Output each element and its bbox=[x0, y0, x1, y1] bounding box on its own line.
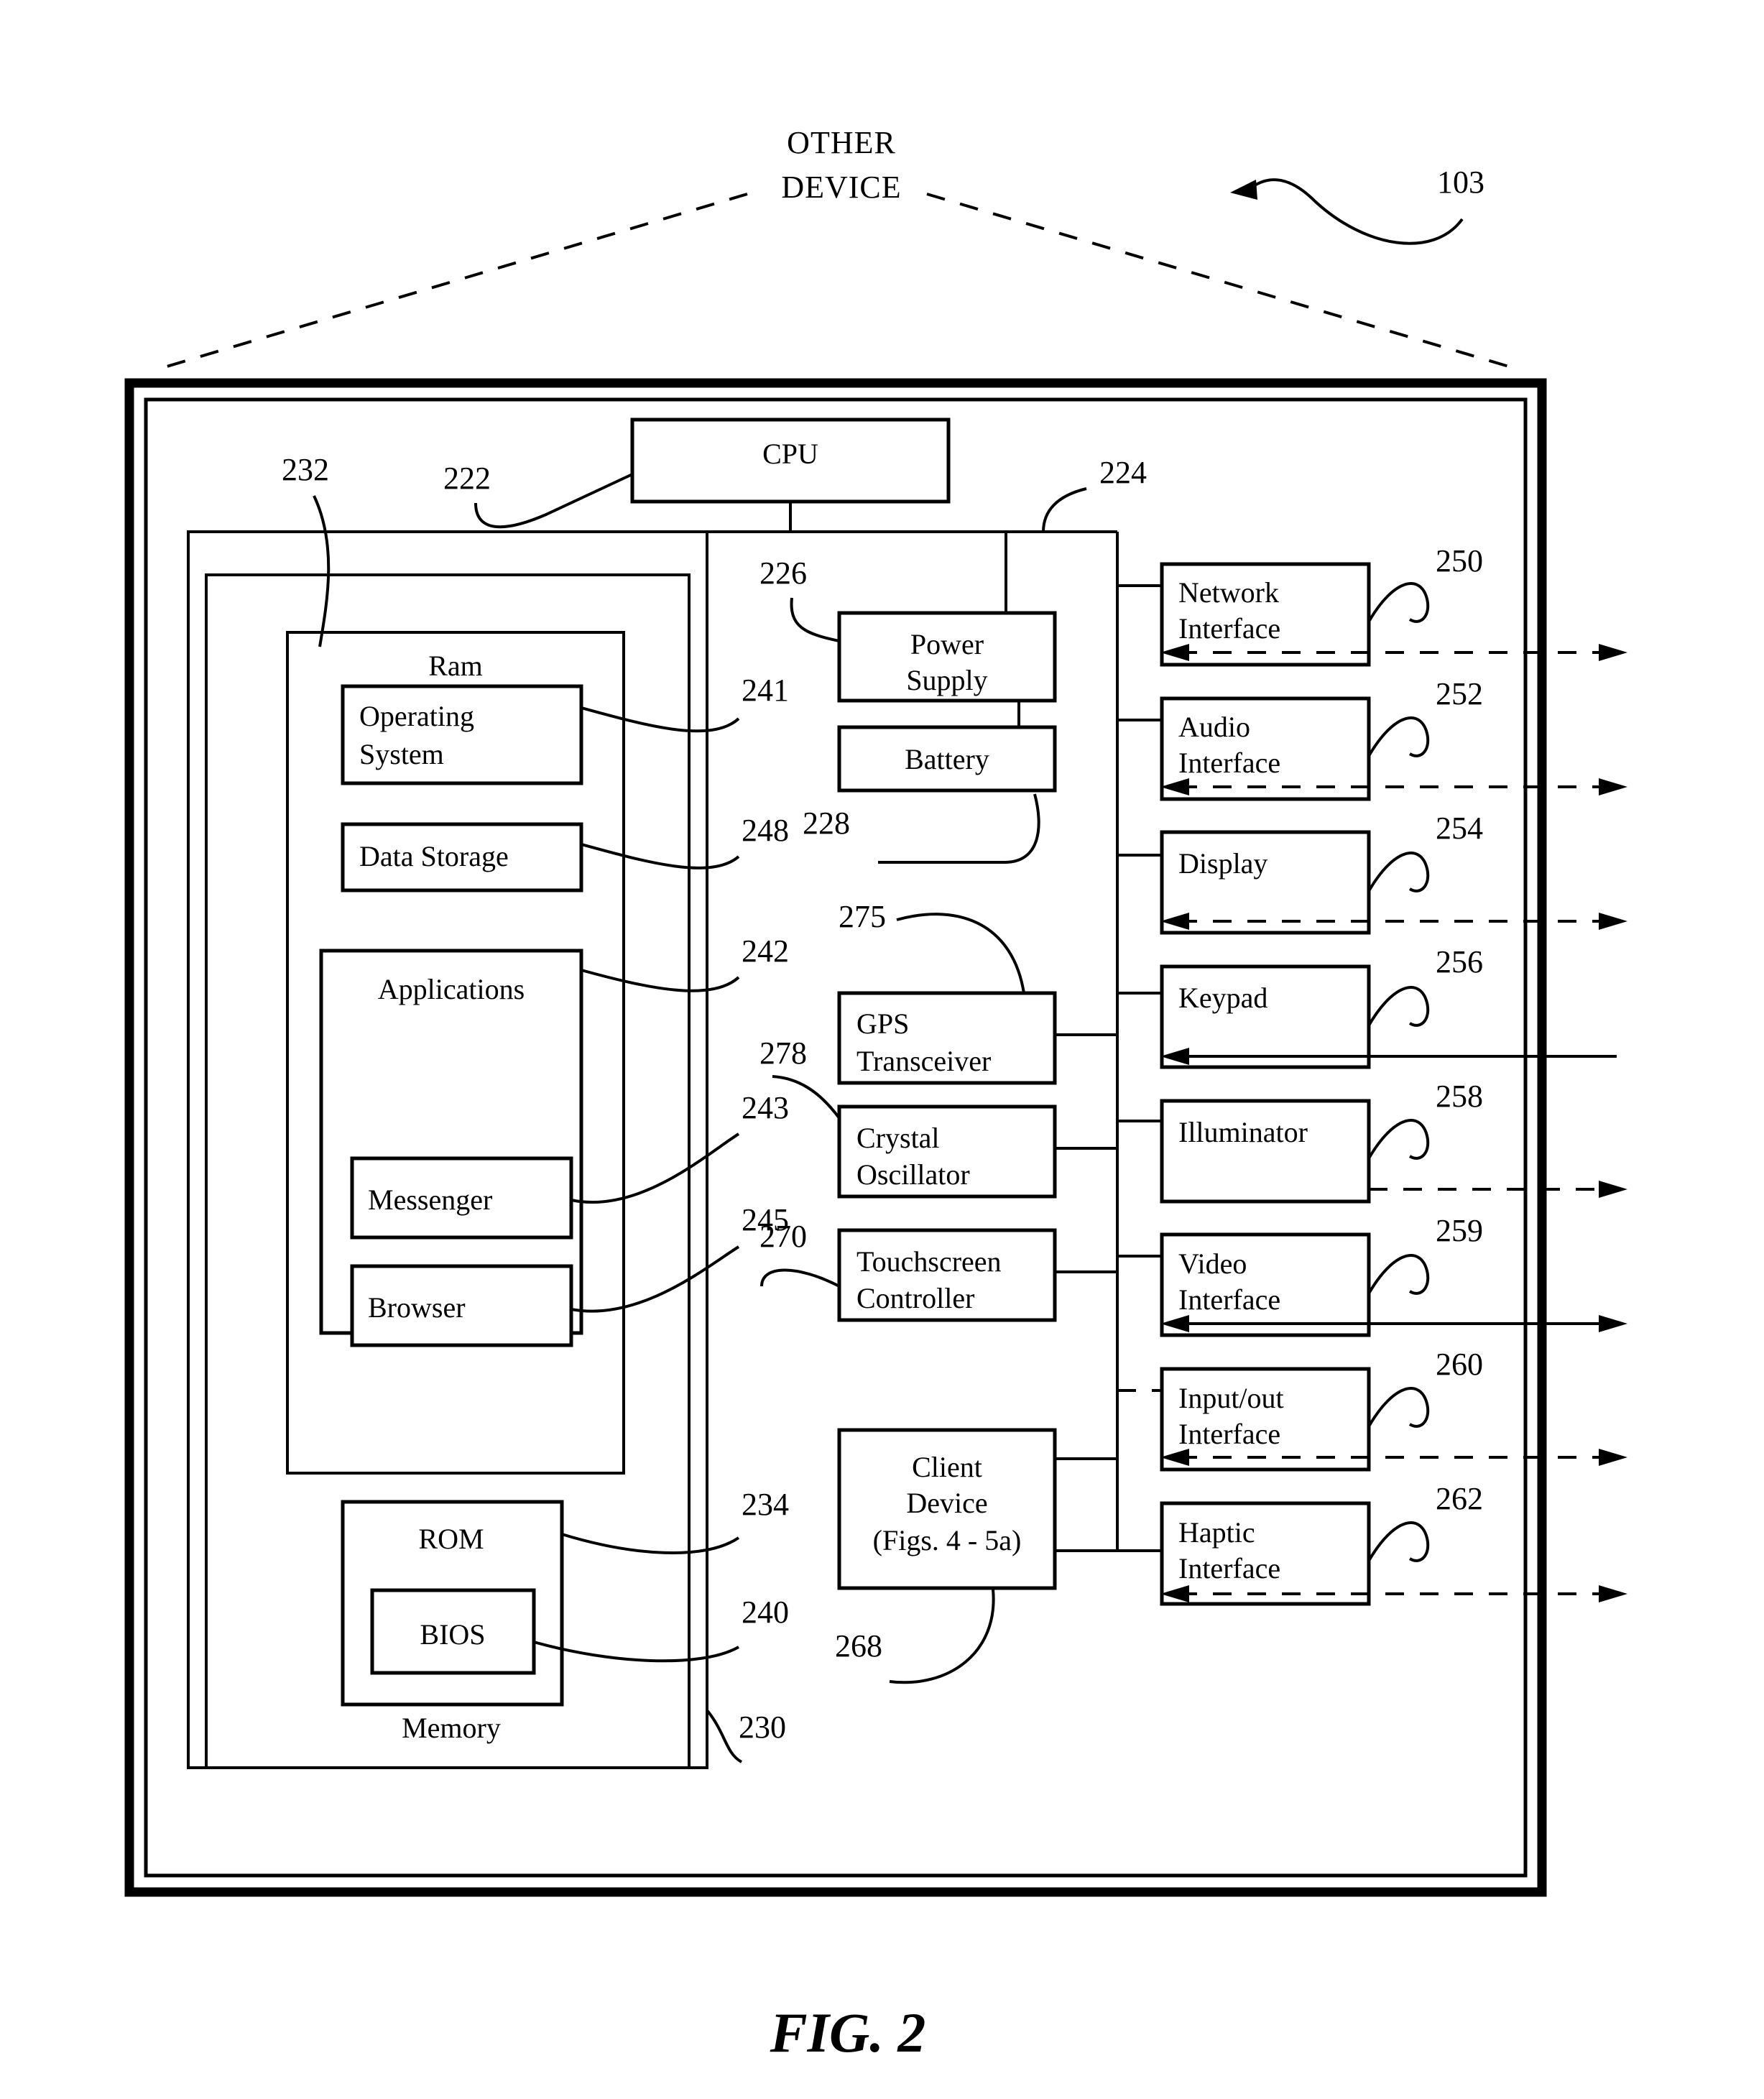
ram-label: Ram bbox=[428, 650, 483, 682]
input-out-interface-arrow-right bbox=[1599, 1449, 1627, 1466]
patent-figure-2: OTHER DEVICE 103 CPU 222 224 Memory 230 … bbox=[124, 125, 1627, 2064]
callout-leader-left bbox=[159, 193, 748, 370]
ref-256: 256 bbox=[1436, 944, 1483, 979]
ref-275-leader bbox=[896, 913, 1025, 994]
ref-260-leader bbox=[1367, 1387, 1430, 1428]
power-supply-label-line1: Power bbox=[910, 628, 984, 660]
ref-268: 268 bbox=[835, 1628, 882, 1664]
audio-interface-label-line2: Interface bbox=[1178, 747, 1280, 779]
ref-243: 243 bbox=[742, 1090, 789, 1125]
ref-278: 278 bbox=[759, 1035, 807, 1071]
gps-transceiver-label-line1: GPS bbox=[856, 1007, 909, 1040]
ref-230: 230 bbox=[739, 1710, 786, 1745]
ref-222: 222 bbox=[443, 461, 491, 496]
ref-241: 241 bbox=[742, 673, 789, 708]
ref-242-leader bbox=[581, 969, 740, 992]
audio-interface-arrow-right bbox=[1599, 778, 1627, 795]
operating-system-label-line2: System bbox=[359, 738, 444, 770]
data-storage-label: Data Storage bbox=[359, 840, 509, 872]
ref-252: 252 bbox=[1436, 676, 1483, 711]
figure-ref-arrow bbox=[1249, 178, 1464, 245]
illuminator-arrow-right bbox=[1599, 1181, 1627, 1198]
touchscreen-controller-label-line2: Controller bbox=[856, 1282, 974, 1314]
haptic-interface-label-line1: Haptic bbox=[1178, 1516, 1255, 1549]
client-device-label-line1: Client bbox=[912, 1451, 982, 1483]
ref-241-leader bbox=[581, 706, 740, 733]
ref-224: 224 bbox=[1099, 455, 1147, 490]
battery-label: Battery bbox=[905, 743, 989, 775]
ref-232-leader bbox=[313, 495, 331, 647]
other-device-callout-line2: DEVICE bbox=[781, 170, 901, 205]
display-label: Display bbox=[1178, 847, 1267, 880]
haptic-interface-label-line2: Interface bbox=[1178, 1552, 1280, 1584]
haptic-interface-arrow-right bbox=[1599, 1585, 1627, 1602]
ref-254-leader bbox=[1367, 852, 1430, 892]
figure-caption: FIG. 2 bbox=[770, 2001, 926, 2064]
ref-258: 258 bbox=[1436, 1079, 1483, 1114]
ref-268-leader bbox=[889, 1589, 995, 1684]
browser-label: Browser bbox=[368, 1291, 466, 1324]
ref-245-leader bbox=[571, 1245, 740, 1313]
messenger-label: Messenger bbox=[368, 1184, 492, 1216]
ref-250: 250 bbox=[1436, 543, 1483, 578]
ref-242: 242 bbox=[742, 933, 789, 969]
network-interface-arrow-right bbox=[1599, 644, 1627, 661]
input-out-interface-label-line1: Input/out bbox=[1178, 1382, 1284, 1414]
ref-226-leader bbox=[790, 597, 840, 642]
ref-270-leader bbox=[760, 1268, 840, 1288]
callout-leader-right bbox=[926, 193, 1517, 370]
ref-224-leader bbox=[1042, 487, 1087, 532]
figure-ref-arrowhead bbox=[1230, 180, 1257, 200]
ref-243-leader bbox=[571, 1132, 740, 1204]
ref-232: 232 bbox=[282, 452, 329, 487]
ref-270: 270 bbox=[759, 1219, 807, 1254]
keypad-label: Keypad bbox=[1178, 982, 1267, 1014]
ref-234-rom: 234 bbox=[742, 1487, 789, 1522]
ref-250-leader bbox=[1367, 582, 1430, 623]
network-interface-label-line1: Network bbox=[1178, 576, 1279, 609]
rom-label: ROM bbox=[418, 1523, 484, 1555]
ref-248-leader bbox=[581, 843, 740, 869]
client-device-label-line3: (Figs. 4 - 5a) bbox=[873, 1524, 1022, 1556]
crystal-oscillator-label-line2: Oscillator bbox=[856, 1158, 970, 1191]
ref-230-leader bbox=[706, 1709, 743, 1763]
video-interface-label-line1: Video bbox=[1178, 1247, 1247, 1280]
video-interface-arrow-right bbox=[1599, 1315, 1627, 1332]
ref-228-leader bbox=[878, 793, 1040, 864]
figure-ref-103: 103 bbox=[1437, 165, 1484, 200]
touchscreen-controller-label-line1: Touchscreen bbox=[856, 1245, 1002, 1278]
ref-262: 262 bbox=[1436, 1481, 1483, 1516]
network-interface-label-line2: Interface bbox=[1178, 612, 1280, 645]
ref-234-rom-leader bbox=[561, 1533, 740, 1554]
ref-258-leader bbox=[1367, 1119, 1430, 1160]
ref-254: 254 bbox=[1436, 811, 1483, 846]
ref-222-leader bbox=[474, 473, 633, 529]
ref-275: 275 bbox=[839, 899, 886, 934]
cpu-label: CPU bbox=[762, 438, 818, 470]
other-device-callout-line1: OTHER bbox=[787, 125, 896, 160]
memory-label: Memory bbox=[402, 1712, 501, 1744]
ref-226: 226 bbox=[759, 555, 807, 591]
input-out-interface-label-line2: Interface bbox=[1178, 1418, 1280, 1450]
video-interface-label-line2: Interface bbox=[1178, 1283, 1280, 1316]
ref-240: 240 bbox=[742, 1595, 789, 1630]
illuminator-label: Illuminator bbox=[1178, 1116, 1308, 1148]
ref-248: 248 bbox=[742, 813, 789, 848]
bios-label: BIOS bbox=[420, 1618, 485, 1651]
audio-interface-label-line1: Audio bbox=[1178, 711, 1250, 743]
ref-259: 259 bbox=[1436, 1213, 1483, 1248]
operating-system-label-line1: Operating bbox=[359, 700, 474, 732]
display-arrow-right bbox=[1599, 913, 1627, 930]
client-device-label-line2: Device bbox=[906, 1487, 987, 1519]
ref-259-leader bbox=[1367, 1254, 1430, 1295]
applications-label: Applications bbox=[378, 973, 525, 1005]
ref-256-leader bbox=[1367, 986, 1430, 1027]
power-supply-label-line2: Supply bbox=[906, 664, 987, 696]
crystal-oscillator-label-line1: Crystal bbox=[856, 1122, 940, 1154]
gps-transceiver-label-line2: Transceiver bbox=[856, 1045, 991, 1077]
ref-228: 228 bbox=[803, 806, 850, 841]
ref-260: 260 bbox=[1436, 1347, 1483, 1382]
ref-252-leader bbox=[1367, 716, 1430, 757]
ref-262-leader bbox=[1367, 1521, 1430, 1562]
